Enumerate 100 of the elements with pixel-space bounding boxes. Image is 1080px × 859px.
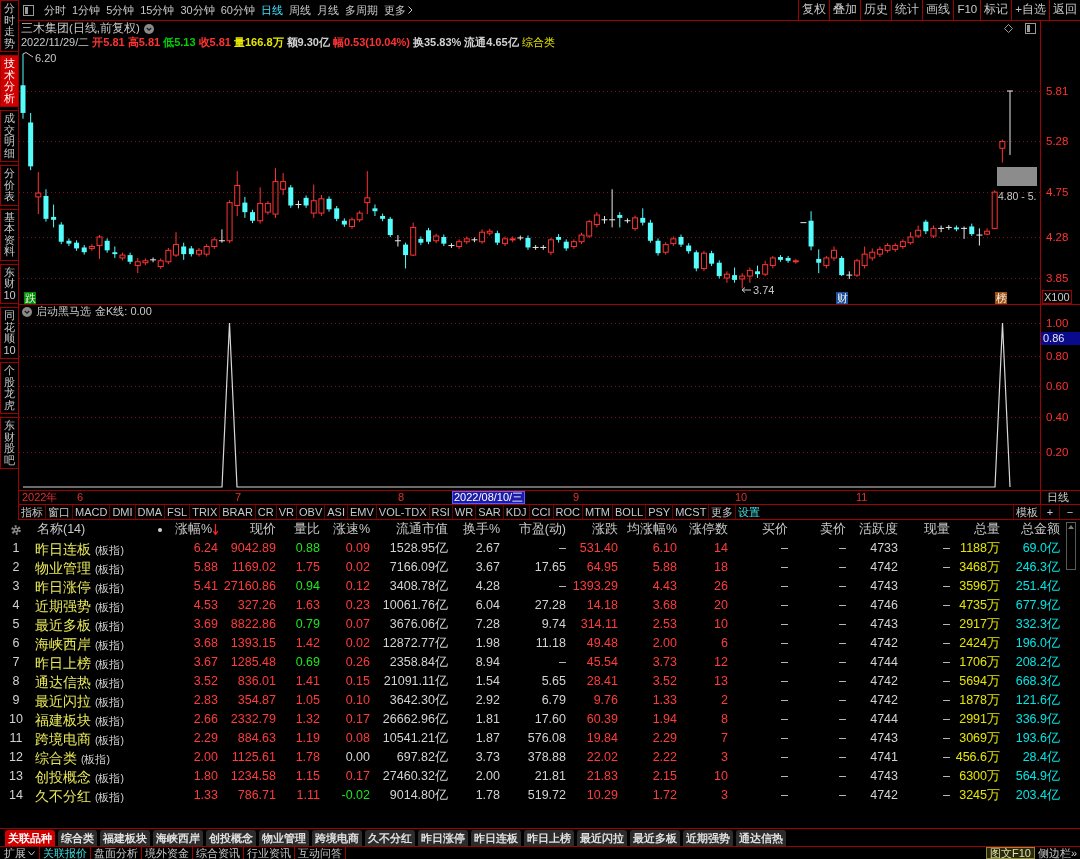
sector-name[interactable]: 福建板块 — [35, 712, 91, 727]
status-link[interactable]: 综合资讯 — [193, 847, 244, 859]
indicator-tab[interactable]: CCI — [529, 505, 554, 519]
bottom-tab[interactable]: 综合类 — [58, 830, 97, 846]
sidebar-tab[interactable]: 技术分析 — [0, 55, 18, 107]
sector-name[interactable]: 近期强势 — [35, 598, 91, 613]
sector-name[interactable]: 最近闪拉 — [35, 693, 91, 708]
settings-link[interactable]: 设置 — [736, 505, 763, 519]
toolbar-button[interactable]: 复权 — [798, 0, 830, 20]
column-header[interactable]: 活跃度 — [859, 523, 898, 536]
arrow-up-icon[interactable] — [1068, 525, 1074, 529]
sidebar-tab[interactable]: 基本资料 — [0, 208, 18, 261]
chart-marker[interactable]: 财 — [836, 292, 848, 304]
period-tab[interactable]: 60分钟 — [217, 4, 258, 16]
indicator-tab[interactable]: CR — [255, 505, 277, 519]
f10-button[interactable]: 图文F10 — [985, 847, 1035, 859]
expand-button[interactable]: 扩展 — [0, 847, 40, 859]
period-tab[interactable]: 1分钟 — [69, 4, 104, 16]
sector-name[interactable]: 综合类 — [35, 750, 77, 765]
column-header[interactable]: 总量 — [974, 523, 1000, 536]
indicator-tab[interactable]: KDJ — [503, 505, 530, 519]
column-header[interactable]: 现量 — [924, 523, 950, 536]
sidebar-tab[interactable]: 东财10 — [0, 263, 18, 304]
sector-name[interactable]: 通达信热 — [35, 674, 91, 689]
indicator-tab[interactable]: DMI — [110, 505, 136, 519]
period-tab[interactable]: 分时 — [41, 4, 69, 16]
bottom-tab[interactable]: 昨日上榜 — [524, 830, 574, 846]
indicator-tab[interactable]: EMV — [347, 505, 377, 519]
sidebar-toggle-button[interactable]: 侧边栏» — [1034, 847, 1080, 859]
template-button[interactable]: 模板 — [1013, 505, 1041, 519]
period-tab[interactable]: 5分钟 — [103, 4, 138, 16]
column-header[interactable]: 流通市值 — [396, 523, 448, 536]
bottom-tab[interactable]: 跨境电商 — [312, 830, 362, 846]
toolbar-button[interactable]: 画线 — [922, 0, 954, 20]
indicator-tab[interactable]: DMA — [135, 505, 165, 519]
period-tab[interactable]: 月线 — [314, 4, 342, 16]
indicator-tab[interactable]: 指标 — [19, 505, 46, 519]
status-link[interactable]: 关联报价 — [40, 847, 91, 859]
column-header[interactable]: 买价 — [762, 523, 788, 536]
scale-label[interactable]: X100 — [1042, 290, 1072, 304]
bottom-tab[interactable]: 福建板块 — [100, 830, 150, 846]
toolbar-button[interactable]: 叠加 — [829, 0, 861, 20]
bottom-tab[interactable]: 久不分红 — [365, 830, 415, 846]
sector-name[interactable]: 创投概念 — [35, 769, 91, 784]
indicator-tab[interactable]: BOLL — [613, 505, 647, 519]
bottom-tab[interactable]: 最近闪拉 — [577, 830, 627, 846]
panel-toggle-icon[interactable] — [23, 4, 34, 16]
column-header[interactable]: 现价 — [250, 523, 276, 536]
toolbar-button[interactable]: F10 — [953, 0, 981, 20]
column-header[interactable]: 换手% — [462, 523, 500, 536]
period-tab[interactable]: 日线 — [258, 4, 286, 16]
toolbar-button[interactable]: 历史 — [860, 0, 892, 20]
indicator-tab[interactable]: OBV — [297, 505, 326, 519]
sector-name[interactable]: 跨境电商 — [35, 731, 91, 746]
sidebar-tab[interactable]: 分价表 — [0, 165, 18, 206]
add-button[interactable]: + — [1041, 505, 1060, 519]
remove-button[interactable]: − — [1060, 505, 1080, 519]
column-header[interactable]: 涨幅% — [174, 523, 212, 536]
column-header[interactable]: 涨停数 — [689, 523, 728, 536]
column-header[interactable]: 市盈(动) — [518, 523, 566, 536]
indicator-tab[interactable]: 窗口 — [46, 505, 73, 519]
indicator-tab[interactable]: VR — [276, 505, 297, 519]
status-link[interactable]: 境外资金 — [142, 847, 193, 859]
period-tab[interactable]: 多周期 — [342, 4, 381, 16]
sector-name[interactable]: 昨日连板 — [35, 541, 91, 556]
toolbar-button[interactable]: 返回 — [1049, 0, 1080, 20]
bottom-tab[interactable]: 创投概念 — [206, 830, 256, 846]
sector-name[interactable]: 久不分红 — [35, 788, 91, 803]
column-header[interactable]: 卖价 — [820, 523, 846, 536]
column-header[interactable]: 量比 — [294, 523, 320, 536]
sector-name[interactable]: 物业管理 — [35, 560, 91, 575]
indicator-tab[interactable]: FSL — [165, 505, 191, 519]
sector-name[interactable]: 海峡西岸 — [35, 636, 91, 651]
sidebar-tab[interactable]: 东财股吧 — [0, 417, 18, 469]
bottom-tab[interactable]: 昨日连板 — [471, 830, 521, 846]
chart-marker[interactable]: 榜 — [995, 292, 1007, 304]
panel-icon[interactable] — [1025, 23, 1036, 34]
indicator-tab[interactable]: MCST — [673, 505, 710, 519]
indicator-tab[interactable]: PSY — [646, 505, 674, 519]
sidebar-tab[interactable]: 个股龙虎 — [0, 362, 18, 414]
status-link[interactable]: 互动问答 — [295, 847, 346, 859]
indicator-tab[interactable]: 更多 — [709, 505, 737, 519]
indicator-tab[interactable]: TRIX — [190, 505, 221, 519]
period-tab[interactable]: 30分钟 — [177, 4, 218, 16]
scrollbar[interactable] — [1066, 522, 1076, 570]
more-button[interactable]: 更多 — [381, 4, 416, 16]
indicator-tab[interactable]: MACD — [73, 505, 111, 519]
column-header[interactable]: 涨跌 — [592, 523, 618, 536]
sector-name[interactable]: 最近多板 — [35, 617, 91, 632]
column-header[interactable]: 总金额 — [1021, 523, 1060, 536]
column-header[interactable]: 涨速% — [332, 523, 370, 536]
indicator-tab[interactable]: WR — [452, 505, 477, 519]
bottom-tab[interactable]: 物业管理 — [259, 830, 309, 846]
toolbar-button[interactable]: 标记 — [980, 0, 1012, 20]
bottom-tab[interactable]: 关联品种 — [5, 830, 55, 846]
chevron-down-icon[interactable] — [22, 306, 32, 317]
bottom-tab[interactable]: 最近多板 — [630, 830, 680, 846]
bottom-tab[interactable]: 近期强势 — [683, 830, 733, 846]
indicator-tab[interactable]: ASI — [325, 505, 348, 519]
sidebar-tab[interactable]: 分时走势 — [0, 0, 18, 52]
